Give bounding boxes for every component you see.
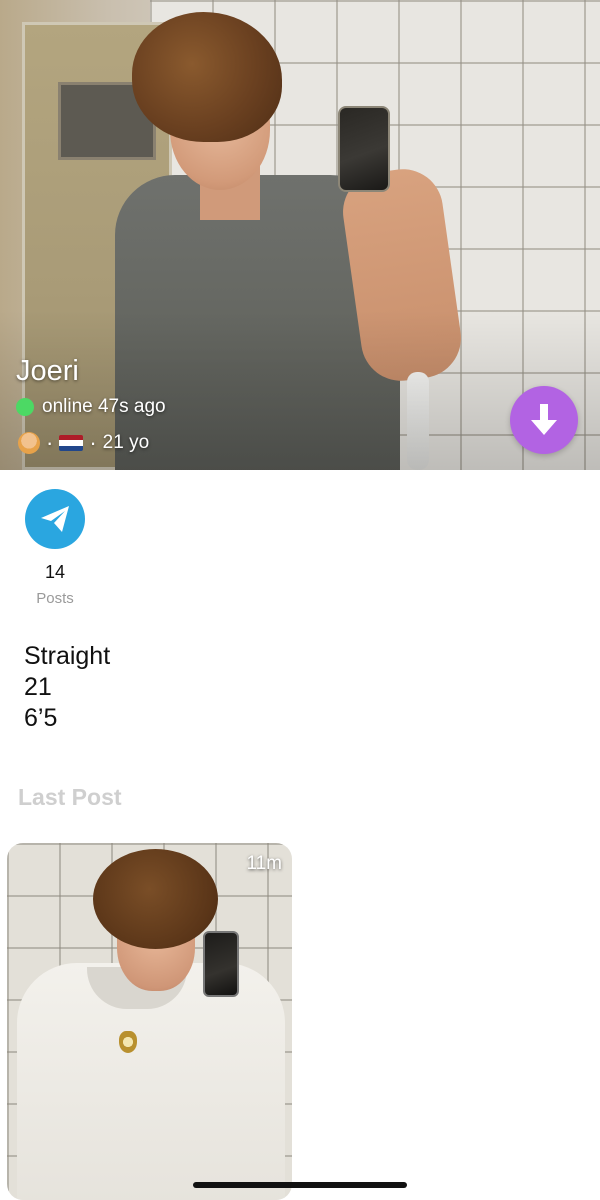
last-post-card[interactable]: 11m: [7, 843, 292, 1200]
profile-photo[interactable]: Joeri online 47s ago · · 21 yo: [0, 0, 600, 470]
profile-age: 21 yo: [102, 432, 150, 453]
smartphone: [338, 106, 390, 192]
bio-height: 6’5: [24, 704, 58, 732]
profile-meta: · · 21 yo: [18, 432, 149, 454]
person-emoji-icon: [18, 432, 40, 454]
home-indicator[interactable]: [193, 1182, 407, 1188]
post-time: 11m: [246, 853, 282, 874]
netherlands-flag-icon: [59, 435, 84, 451]
online-dot-icon: [16, 398, 34, 416]
paper-plane-icon: [41, 506, 69, 532]
download-button[interactable]: [510, 386, 578, 454]
meta-separator-2: ·: [89, 430, 97, 455]
last-post-title: Last Post: [18, 784, 122, 810]
telegram-button[interactable]: [25, 489, 85, 549]
posts-label: Posts: [36, 590, 74, 607]
bio-age: 21: [24, 673, 52, 701]
crest-badge-icon: [119, 1031, 137, 1053]
hair: [132, 12, 282, 142]
online-status-text: online 47s ago: [42, 396, 166, 417]
online-status: online 47s ago: [16, 396, 166, 418]
post-hair: [93, 849, 218, 949]
profile-name: Joeri: [16, 355, 79, 387]
meta-separator: ·: [46, 430, 54, 455]
bio: Straight 21 6’5: [24, 641, 110, 734]
arrow-down-icon: [531, 404, 557, 435]
post-smartphone: [203, 931, 239, 997]
bio-orientation: Straight: [24, 642, 111, 670]
posts-count: 14: [44, 562, 66, 582]
